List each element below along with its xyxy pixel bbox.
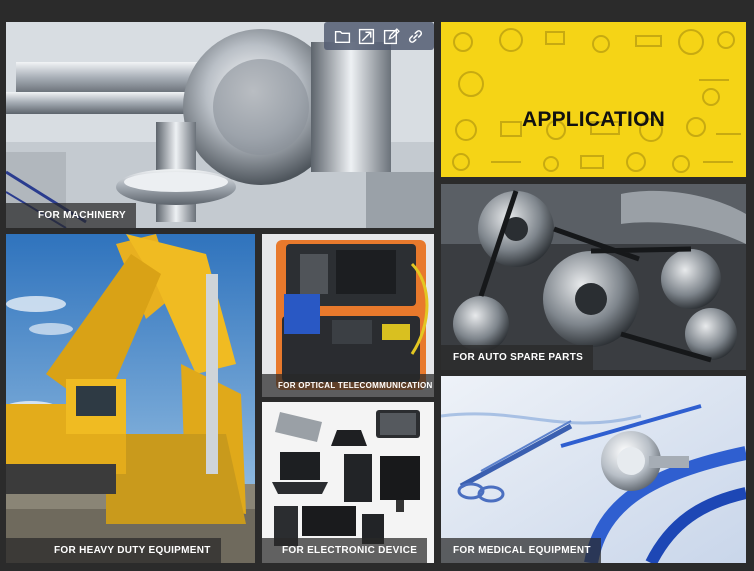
auto-parts-caption: FOR AUTO SPARE PARTS — [441, 345, 594, 370]
tile-auto-spare-parts[interactable]: FOR AUTO SPARE PARTS — [441, 184, 746, 370]
parts-pattern — [452, 28, 741, 173]
tile-heavy-duty[interactable]: FOR HEAVY DUTY EQUIPMENT — [6, 234, 255, 563]
tile-optical-telecom[interactable]: FOR OPTICAL TELECOMMUNICATION — [262, 234, 434, 397]
machinery-image — [6, 22, 434, 228]
folder-icon[interactable] — [332, 26, 352, 46]
link-icon[interactable] — [406, 26, 426, 46]
resize-icon[interactable] — [357, 26, 377, 46]
application-gallery: FOR MACHINERY APPLICATION FOR AUTO SPARE… — [0, 0, 754, 571]
edit-icon[interactable] — [381, 26, 401, 46]
tile-machinery[interactable]: FOR MACHINERY — [6, 22, 434, 228]
tile-electronic-device[interactable]: FOR ELECTRONIC DEVICE — [262, 402, 434, 563]
application-title: APPLICATION — [522, 108, 665, 131]
engine-image — [441, 184, 746, 370]
optical-caption: FOR OPTICAL TELECOMMUNICATION — [262, 374, 434, 397]
fiber-splicer-kit-image — [262, 234, 434, 397]
heavy-duty-caption: FOR HEAVY DUTY EQUIPMENT — [6, 538, 221, 563]
stethoscope-image — [441, 376, 746, 563]
tile-application[interactable]: APPLICATION — [441, 22, 746, 177]
image-toolbar — [324, 22, 434, 50]
electronic-caption: FOR ELECTRONIC DEVICE — [262, 538, 428, 563]
machinery-caption: FOR MACHINERY — [6, 203, 136, 228]
tile-medical-equipment[interactable]: FOR MEDICAL EQUIPMENT — [441, 376, 746, 563]
excavator-image — [6, 234, 255, 563]
medical-caption: FOR MEDICAL EQUIPMENT — [441, 538, 601, 563]
